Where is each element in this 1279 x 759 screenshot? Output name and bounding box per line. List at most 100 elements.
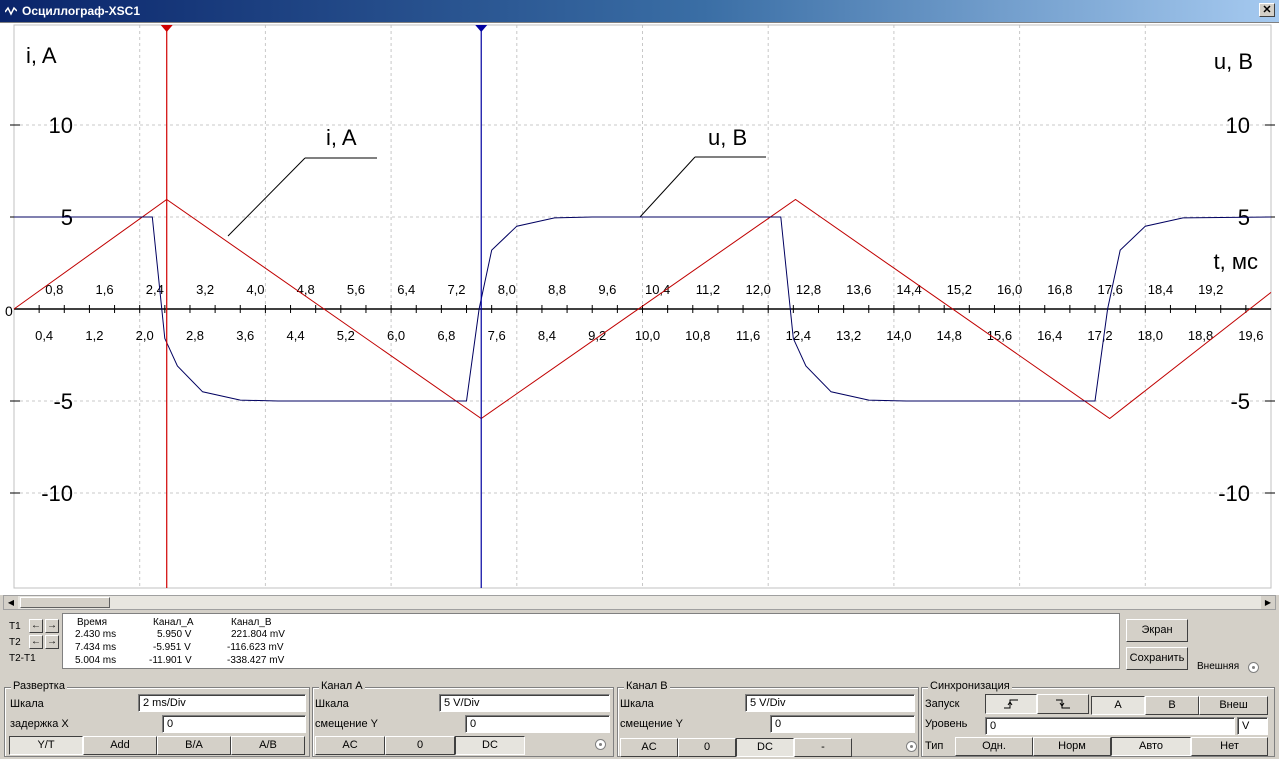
- t1-time-value: 2.430 ms: [75, 629, 117, 640]
- time-label-bottom: 0,4: [35, 328, 53, 343]
- header-time: Время: [77, 617, 108, 628]
- t1-left-arrow-icon[interactable]: ←: [29, 619, 43, 633]
- timebase-scale-field[interactable]: 2 ms/Div: [138, 694, 306, 712]
- right-y-tick-label: 10: [1226, 113, 1250, 138]
- trigger-normal-button[interactable]: Норм: [1033, 737, 1111, 756]
- trigger-group: Синхронизация Запуск A B Внеш Уровень 0 …: [921, 680, 1275, 757]
- close-button[interactable]: ✕: [1259, 3, 1275, 17]
- time-label-bottom: 8,4: [538, 328, 556, 343]
- delta-channel-b-value: -338.427 mV: [227, 655, 285, 666]
- channel-b-group: Канал B Шкала 5 V/Div смещение Y 0 AC 0 …: [617, 680, 919, 757]
- scroll-left-icon[interactable]: ◀: [4, 596, 18, 609]
- trigger-title: Синхронизация: [928, 680, 1012, 692]
- rising-edge-button[interactable]: [985, 694, 1037, 714]
- cursor-t2-handle: [475, 25, 488, 32]
- time-label-top: 19,2: [1198, 282, 1223, 297]
- time-axis-label: t, мс: [1214, 249, 1258, 274]
- time-label-top: 9,6: [598, 282, 616, 297]
- right-axis-label: u, В: [1214, 49, 1253, 74]
- channel-b-invert-button[interactable]: -: [794, 738, 852, 757]
- reverse-button[interactable]: Экран: [1126, 619, 1188, 642]
- t1-channel-b-value: 221.804 mV: [231, 629, 285, 640]
- mode-yt-button[interactable]: Y/T: [9, 736, 83, 755]
- channel-b-ground-terminal[interactable]: [906, 741, 917, 752]
- time-label-top: 2,4: [146, 282, 164, 297]
- time-label-bottom: 13,2: [836, 328, 861, 343]
- t2-channel-a-value: -5.951 V: [153, 642, 191, 653]
- oscilloscope-app-icon: [5, 6, 17, 16]
- channel-a-zero-button[interactable]: 0: [385, 736, 455, 755]
- trigger-single-button[interactable]: Одн.: [955, 737, 1033, 756]
- t2-channel-b-value: -116.623 mV: [227, 642, 284, 653]
- title-bar: Осциллограф-XSC1 ✕: [0, 0, 1279, 22]
- scroll-right-icon[interactable]: ▶: [1261, 596, 1275, 609]
- channel-a-offset-field[interactable]: 0: [465, 715, 610, 733]
- trigger-auto-button[interactable]: Авто: [1111, 737, 1191, 756]
- time-label-bottom: 10,8: [685, 328, 710, 343]
- external-trigger-label: Внешняя: [1197, 661, 1240, 672]
- trigger-source-a-button[interactable]: A: [1091, 696, 1145, 715]
- time-label-bottom: 3,6: [236, 328, 254, 343]
- mode-add-button[interactable]: Add: [83, 736, 157, 755]
- external-trigger-terminal[interactable]: [1248, 662, 1259, 673]
- horizontal-scrollbar[interactable]: ◀ ▶: [3, 595, 1276, 610]
- mode-ab-button[interactable]: A/B: [231, 736, 305, 755]
- time-label-top: 5,6: [347, 282, 365, 297]
- channel-b-zero-button[interactable]: 0: [678, 738, 736, 757]
- time-label-top: 8,8: [548, 282, 566, 297]
- time-label-top: 16,0: [997, 282, 1022, 297]
- channel-b-scale-field[interactable]: 5 V/Div: [745, 694, 915, 712]
- channel-b-offset-label: смещение Y: [620, 718, 683, 730]
- time-label-top: 18,4: [1148, 282, 1173, 297]
- save-button[interactable]: Сохранить: [1126, 647, 1188, 670]
- x-delay-field[interactable]: 0: [162, 715, 306, 733]
- time-label-bottom: 10,0: [635, 328, 660, 343]
- time-label-bottom: 19,6: [1238, 328, 1263, 343]
- channel-a-ground-terminal[interactable]: [595, 739, 606, 750]
- timebase-group: Развертка Шкала 2 ms/Div задержка X 0 Y/…: [4, 680, 310, 757]
- channel-a-ac-button[interactable]: AC: [315, 736, 385, 755]
- trigger-level-field[interactable]: 0: [985, 717, 1235, 735]
- current-annotation: i, A: [326, 125, 357, 150]
- trigger-level-label: Уровень: [925, 718, 968, 730]
- voltage-annotation: u, В: [708, 125, 747, 150]
- channel-a-dc-button[interactable]: DC: [455, 736, 525, 755]
- mode-ba-button[interactable]: B/A: [157, 736, 231, 755]
- time-label-bottom: 5,2: [337, 328, 355, 343]
- time-label-top: 6,4: [397, 282, 415, 297]
- time-label-bottom: 14,0: [886, 328, 911, 343]
- window-title: Осциллограф-XSC1: [22, 4, 141, 18]
- channel-b-offset-field[interactable]: 0: [770, 715, 915, 733]
- header-channel-b: Канал_B: [231, 617, 272, 628]
- origin-label: 0: [5, 303, 13, 319]
- trigger-level-unit[interactable]: V: [1237, 717, 1268, 735]
- cursor-t2-label: T2: [9, 637, 21, 648]
- x-delay-label: задержка X: [10, 718, 69, 730]
- trigger-source-ext-button[interactable]: Внеш: [1199, 696, 1268, 715]
- trigger-source-b-button[interactable]: B: [1145, 696, 1199, 715]
- rising-edge-icon: [1004, 699, 1018, 709]
- channel-b-ac-button[interactable]: AC: [620, 738, 678, 757]
- channel-a-scale-field[interactable]: 5 V/Div: [439, 694, 610, 712]
- time-label-top: 16,8: [1047, 282, 1072, 297]
- t1-right-arrow-icon[interactable]: →: [45, 619, 59, 633]
- falling-edge-button[interactable]: [1037, 694, 1089, 714]
- right-y-tick-label: -5: [1230, 389, 1250, 414]
- time-label-bottom: 16,4: [1037, 328, 1062, 343]
- t1-channel-a-value: 5.950 V: [157, 629, 192, 640]
- trigger-type-label: Тип: [925, 740, 944, 752]
- time-label-bottom: 6,8: [437, 328, 455, 343]
- cursor-controls: T1 ← → T2 ← → T2-T1: [7, 619, 63, 667]
- time-label-bottom: 11,6: [736, 328, 760, 343]
- time-label-bottom: 2,0: [136, 328, 154, 343]
- channel-a-group: Канал A Шкала 5 V/Div смещение Y 0 AC 0 …: [312, 680, 614, 757]
- scroll-thumb[interactable]: [20, 597, 110, 608]
- t2-left-arrow-icon[interactable]: ←: [29, 635, 43, 649]
- time-label-bottom: 2,8: [186, 328, 204, 343]
- cursor-delta-label: T2-T1: [9, 653, 36, 664]
- cursor-t1-label: T1: [9, 621, 21, 632]
- left-y-tick-label: 10: [49, 113, 73, 138]
- t2-right-arrow-icon[interactable]: →: [45, 635, 59, 649]
- trigger-none-button[interactable]: Нет: [1191, 737, 1268, 756]
- channel-b-dc-button[interactable]: DC: [736, 738, 794, 757]
